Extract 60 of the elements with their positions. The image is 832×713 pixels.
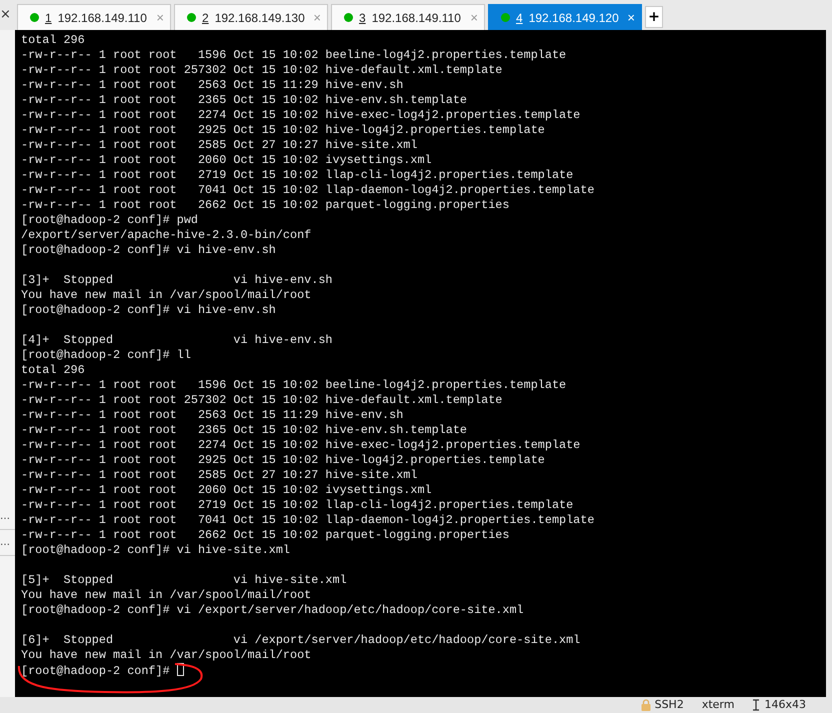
terminal-line: -rw-r--r-- 1 root root 2060 Oct 15 10:02 ivysettings.xml	[21, 153, 432, 168]
terminal-line: [3]+ Stopped vi hive-env.sh	[21, 272, 332, 288]
tab-host: 192.168.149.110	[58, 10, 147, 26]
terminal-line: [root@hadoop-2 conf]# vi hive-env.sh	[21, 243, 276, 258]
resize-icon	[752, 699, 760, 711]
terminal-line: -rw-r--r-- 1 root root 2585 Oct 27 10:27 hive-site.xml	[21, 138, 418, 153]
tab-number: 2	[202, 10, 209, 26]
terminal-line: -rw-r--r-- 1 root root 2925 Oct 15 10:02 hive-log4j2.properties.template	[21, 123, 545, 138]
terminal-line: -rw-r--r-- 1 root root 2563 Oct 15 11:29 hive-env.sh	[21, 78, 404, 93]
terminal-line: -rw-r--r-- 1 root root 2563 Oct 15 11:29 hive-env.sh	[21, 408, 404, 423]
terminal-line: -rw-r--r-- 1 root root 2925 Oct 15 10:02 hive-log4j2.properties.template	[21, 453, 545, 468]
terminal-line: -rw-r--r-- 1 root root 2060 Oct 15 10:02 ivysettings.xml	[21, 483, 432, 498]
tab-number: 4	[516, 10, 523, 26]
terminal-line: -rw-r--r-- 1 root root 257302 Oct 15 10:02 hive-default.xml.template	[21, 63, 502, 78]
protocol-label: SSH2	[654, 696, 684, 713]
terminal-size-label: 146x43	[764, 696, 806, 713]
terminal-line: total 296	[21, 33, 85, 48]
terminal-line: [root@hadoop-2 conf]# vi /export/server/hadoop/etc/hadoop/core-site.xml	[21, 603, 524, 618]
terminal-panel[interactable]	[15, 30, 826, 697]
session-tab[interactable]: 2 192.168.149.130 ×	[174, 4, 328, 30]
terminal-line: [root@hadoop-2 conf]#	[21, 663, 184, 678]
terminal-line: -rw-r--r-- 1 root root 257302 Oct 15 10:02 hive-default.xml.template	[21, 393, 502, 408]
tab-host: 192.168.149.130	[214, 10, 305, 26]
new-tab-button[interactable]: +	[645, 6, 663, 28]
lock-icon	[640, 699, 651, 711]
close-tab-button[interactable]: ×	[627, 8, 635, 28]
terminal-line: -rw-r--r-- 1 root root 1596 Oct 15 10:02 beeline-log4j2.properties.template	[21, 378, 566, 393]
terminal-line: [root@hadoop-2 conf]# pwd	[21, 213, 198, 228]
terminal-line: -rw-r--r-- 1 root root 7041 Oct 15 10:02 llap-daemon-log4j2.properties.template	[21, 513, 594, 528]
terminal-line: [root@hadoop-2 conf]# vi hive-site.xml	[21, 543, 290, 558]
terminal-line: -rw-r--r-- 1 root root 1596 Oct 15 10:02 beeline-log4j2.properties.template	[21, 48, 566, 63]
terminal-line: [root@hadoop-2 conf]# vi hive-env.sh	[21, 303, 276, 318]
terminal-line: -rw-r--r-- 1 root root 2585 Oct 27 10:27 hive-site.xml	[21, 468, 418, 483]
terminal-line: [4]+ Stopped vi hive-env.sh	[21, 332, 332, 348]
tab-host: 192.168.149.110	[372, 10, 461, 26]
terminal-line: [root@hadoop-2 conf]# ll	[21, 348, 191, 363]
terminal-line: -rw-r--r-- 1 root root 2719 Oct 15 10:02 llap-cli-log4j2.properties.template	[21, 498, 574, 513]
terminal-line: total 296	[21, 363, 85, 378]
terminal-line: -rw-r--r-- 1 root root 2662 Oct 15 10:02 parquet-logging.properties	[21, 528, 510, 543]
tab-number: 3	[359, 10, 366, 26]
session-tab[interactable]: 1 192.168.149.110 ×	[17, 4, 171, 30]
terminal-line: -rw-r--r-- 1 root root 2662 Oct 15 10:02 parquet-logging.properties	[21, 198, 510, 213]
terminal-line: -rw-r--r-- 1 root root 2719 Oct 15 10:02 llap-cli-log4j2.properties.template	[21, 168, 574, 183]
session-tab[interactable]: 3 192.168.149.110 ×	[331, 4, 485, 30]
tab-host: 192.168.149.120	[528, 10, 619, 26]
terminal-line: -rw-r--r-- 1 root root 2365 Oct 15 10:02 hive-env.sh.template	[21, 93, 467, 108]
terminal-type-label: xterm	[702, 696, 734, 713]
terminal-line: [6]+ Stopped vi /export/server/hadoop/etc/hadoop/core-site.xml	[21, 632, 580, 648]
session-tab[interactable]: 4 192.168.149.120 ×	[488, 4, 642, 30]
terminal-line: -rw-r--r-- 1 root root 2365 Oct 15 10:02 hive-env.sh.template	[21, 423, 467, 438]
close-button[interactable]: ×	[0, 5, 14, 25]
terminal-line: -rw-r--r-- 1 root root 7041 Oct 15 10:02 llap-daemon-log4j2.properties.template	[21, 183, 594, 198]
terminal-line: /export/server/apache-hive-2.3.0-bin/conf	[21, 228, 312, 243]
terminal-line: -rw-r--r-- 1 root root 2274 Oct 15 10:02 hive-exec-log4j2.properties.template	[21, 108, 580, 123]
terminal-line: [5]+ Stopped vi hive-site.xml	[21, 572, 347, 588]
terminal-line: You have new mail in /var/spool/mail/root	[21, 648, 312, 663]
terminal-line: -rw-r--r-- 1 root root 2274 Oct 15 10:02 hive-exec-log4j2.properties.template	[21, 438, 580, 453]
terminal-line: You have new mail in /var/spool/mail/root	[21, 588, 312, 603]
terminal-line: You have new mail in /var/spool/mail/root	[21, 288, 312, 303]
tab-number: 1	[45, 10, 52, 26]
